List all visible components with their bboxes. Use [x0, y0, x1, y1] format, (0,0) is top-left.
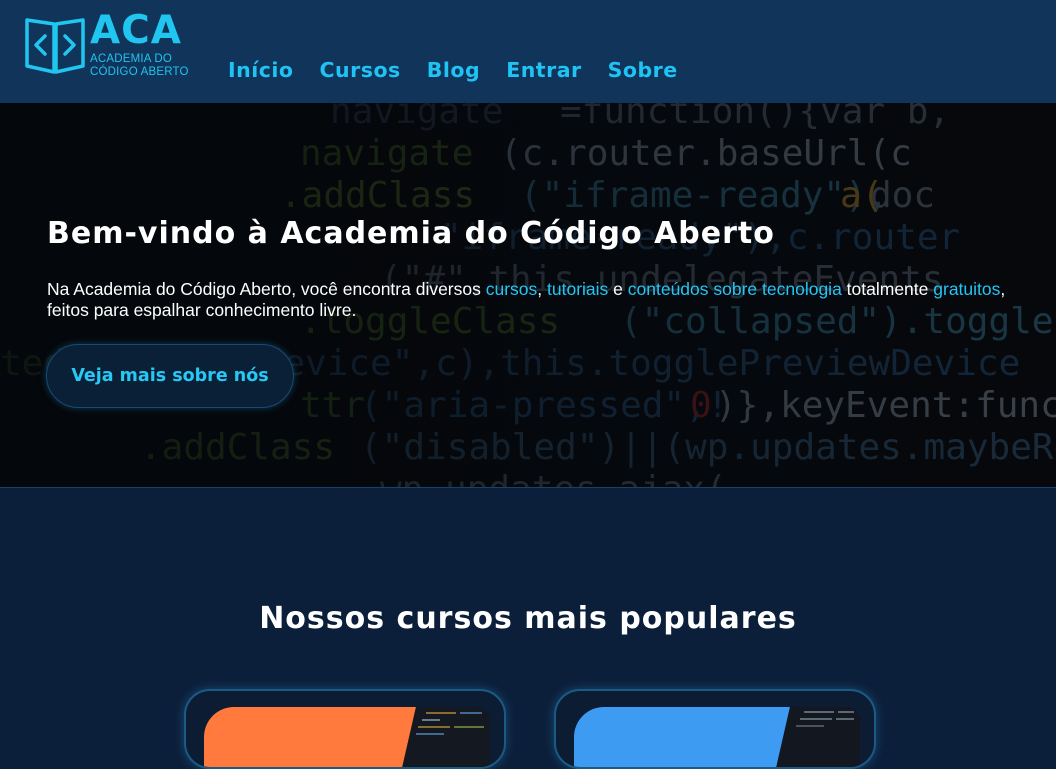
logo-full-name: ACADEMIA DO CÓDIGO ABERTO [90, 53, 210, 79]
hero-text-part2: totalmente [841, 279, 934, 299]
site-logo[interactable]: ACA ACADEMIA DO CÓDIGO ABERTO [24, 8, 204, 80]
logo-abbreviation: ACA [90, 8, 182, 53]
link-gratuitos[interactable]: gratuitos [933, 279, 1000, 299]
book-code-icon [25, 18, 85, 74]
nav-item-sobre[interactable]: Sobre [608, 58, 678, 82]
nav-item-cursos[interactable]: Cursos [320, 58, 401, 82]
hero-text-part1: Na Academia do Código Aberto, você encon… [47, 279, 486, 299]
course-card-orange[interactable] [184, 689, 506, 769]
about-us-button[interactable]: Veja mais sobre nós [46, 344, 294, 408]
logo-name-line1: ACADEMIA DO [90, 53, 173, 65]
hero-section: navigate =function(){var b, navigate (c.… [0, 103, 1056, 488]
course-card-blue[interactable] [554, 689, 876, 769]
course-thumbnail-image [574, 707, 860, 767]
nav-item-entrar[interactable]: Entrar [506, 58, 581, 82]
link-tutoriais[interactable]: tutoriais [547, 279, 608, 299]
site-header: ACA ACADEMIA DO CÓDIGO ABERTO Início Cur… [0, 0, 1056, 103]
course-thumbnail [204, 707, 490, 767]
hero-description: Na Academia do Código Aberto, você encon… [47, 279, 1007, 321]
link-conteudos[interactable]: conteúdos sobre tecnologia [628, 279, 842, 299]
hero-title: Bem-vindo à Academia do Código Aberto [47, 216, 775, 251]
nav-item-blog[interactable]: Blog [427, 58, 480, 82]
popular-courses-title: Nossos cursos mais populares [259, 601, 797, 636]
hero-text-sep1: , [537, 279, 548, 299]
link-cursos[interactable]: cursos [486, 279, 538, 299]
hero-text-sep2: e [608, 279, 628, 299]
course-thumbnail [574, 707, 860, 767]
course-thumbnail-image [204, 707, 490, 767]
nav-item-inicio[interactable]: Início [228, 58, 294, 82]
logo-name-line2: CÓDIGO ABERTO [90, 66, 189, 78]
main-nav: Início Cursos Blog Entrar Sobre [228, 58, 704, 82]
